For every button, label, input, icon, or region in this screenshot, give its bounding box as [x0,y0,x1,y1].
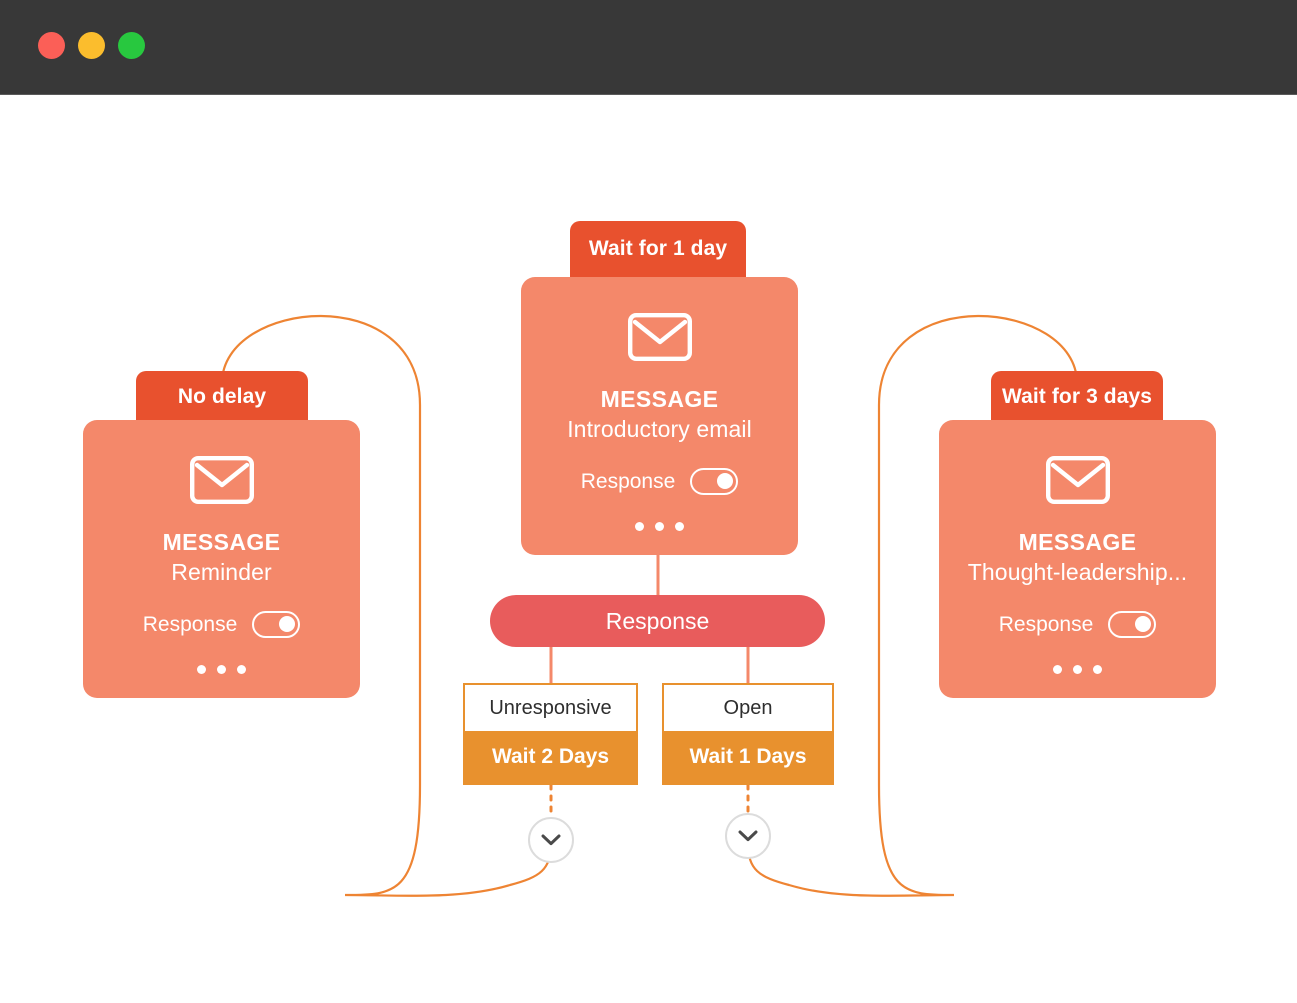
toggle-knob [279,616,296,632]
expand-step-button-open[interactable] [725,813,771,859]
envelope-icon [1045,456,1110,509]
menu-dot [635,522,644,531]
node-delay-badge[interactable]: Wait for 3 days [991,371,1163,423]
node-title-label: Reminder [171,559,272,585]
branch-open[interactable]: Open Wait 1 Days [662,683,834,785]
menu-dot [237,665,246,674]
node-kind-label: MESSAGE [162,529,281,555]
menu-dot [1073,665,1082,674]
menu-dot [1093,665,1102,674]
branch-condition-label: Open [664,685,832,731]
node-response-label: Response [142,612,238,636]
node-response-row[interactable]: Response [999,611,1157,638]
node-title-label: Introductory email [567,416,752,442]
menu-dot [217,665,226,674]
envelope-icon [627,313,692,366]
window-titlebar [0,0,1297,95]
window-controls [38,32,145,59]
menu-dot [675,522,684,531]
node-response-row[interactable]: Response [143,611,301,638]
more-options-icon[interactable] [197,665,246,674]
response-toggle[interactable] [690,468,739,495]
node-kind-label: MESSAGE [600,386,719,412]
chevron-down-icon [738,830,758,842]
node-kind-label: MESSAGE [1018,529,1137,555]
response-toggle[interactable] [252,611,301,638]
node-delay-badge[interactable]: Wait for 1 day [570,221,746,277]
node-delay-badge[interactable]: No delay [136,371,308,423]
response-toggle[interactable] [1108,611,1157,638]
branch-action-label[interactable]: Wait 1 Days [664,731,832,783]
branch-unresponsive[interactable]: Unresponsive Wait 2 Days [463,683,638,785]
branch-action-label[interactable]: Wait 2 Days [465,731,636,783]
menu-dot [655,522,664,531]
branch-condition-label: Unresponsive [465,685,636,731]
menu-dot [197,665,206,674]
workflow-canvas[interactable]: No delay MESSAGE Reminder Response Wait … [0,95,1297,1003]
envelope-icon [189,456,254,509]
minimize-button[interactable] [78,32,105,59]
toggle-knob [717,473,734,489]
close-button[interactable] [38,32,65,59]
node-title-label: Thought-leadership... [967,559,1188,585]
more-options-icon[interactable] [635,522,684,531]
more-options-icon[interactable] [1053,665,1102,674]
toggle-knob [1135,616,1152,632]
node-response-label: Response [580,469,676,493]
node-response-row[interactable]: Response [581,468,739,495]
response-branch-pill[interactable]: Response [490,595,825,647]
node-card[interactable]: MESSAGE Thought-leadership... Response [939,420,1216,698]
zoom-button[interactable] [118,32,145,59]
node-card[interactable]: MESSAGE Reminder Response [83,420,360,698]
menu-dot [1053,665,1062,674]
node-card[interactable]: MESSAGE Introductory email Response [521,277,798,555]
expand-step-button-unresponsive[interactable] [528,817,574,863]
node-response-label: Response [998,612,1094,636]
chevron-down-icon [541,834,561,846]
